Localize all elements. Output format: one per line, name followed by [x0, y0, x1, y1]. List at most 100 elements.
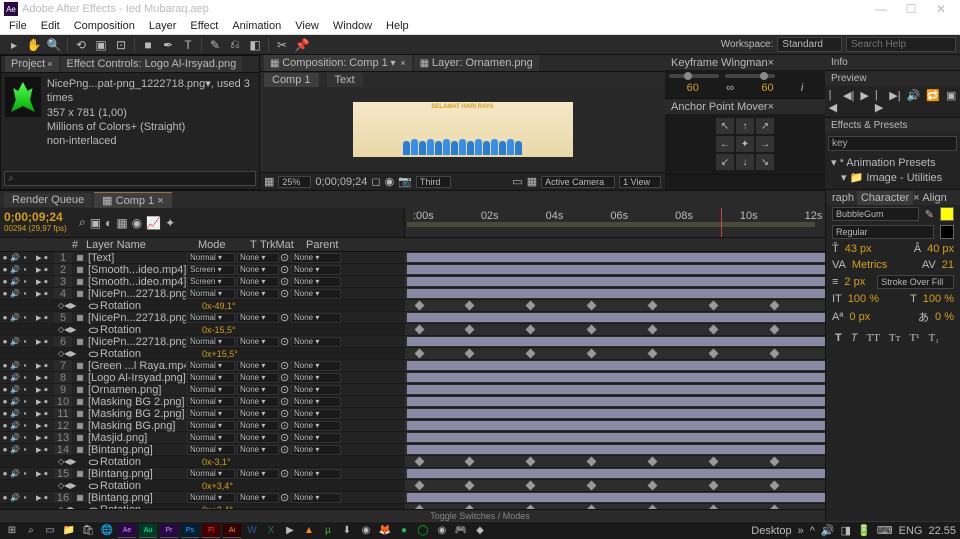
- parent-dropdown[interactable]: None ▾: [291, 469, 341, 479]
- pen-tool-icon[interactable]: ✒: [159, 37, 177, 53]
- spotify-icon[interactable]: ●: [396, 524, 412, 538]
- start-button-icon[interactable]: ⊞: [4, 524, 20, 538]
- menu-animation[interactable]: Animation: [225, 20, 288, 32]
- project-thumbnail[interactable]: [5, 77, 41, 117]
- parent-dropdown[interactable]: None ▾: [291, 289, 341, 299]
- stroke-color-swatch[interactable]: [940, 225, 954, 239]
- parent-dropdown[interactable]: None ▾: [291, 265, 341, 275]
- keyframe-icon[interactable]: [709, 481, 719, 491]
- preview-panel-header[interactable]: Preview: [825, 71, 960, 86]
- eyedropper-icon[interactable]: ✎: [925, 208, 934, 221]
- superscript-button[interactable]: T¹: [906, 331, 922, 345]
- ram-preview-icon[interactable]: ▣: [944, 89, 958, 114]
- trkmat-dropdown[interactable]: None ▾: [237, 313, 279, 323]
- timecode-display[interactable]: 0;00;09;24: [315, 176, 367, 188]
- effect-controls-tab[interactable]: Effect Controls: Logo Al-Irsyad.png: [61, 56, 243, 72]
- word-icon[interactable]: W: [244, 524, 260, 538]
- kerning-value[interactable]: Metrics: [852, 259, 887, 271]
- prev-frame-icon[interactable]: ◀|: [841, 89, 856, 114]
- trkmat-dropdown[interactable]: None ▾: [237, 253, 279, 263]
- audio-toggle-icon[interactable]: 🔊: [10, 361, 20, 370]
- character-tab[interactable]: Character: [857, 191, 913, 205]
- project-search-input[interactable]: [4, 171, 256, 186]
- keyframe-icon[interactable]: [770, 481, 780, 491]
- fl-taskbar-icon[interactable]: Fl: [202, 524, 220, 538]
- blend-mode-dropdown[interactable]: Screen ▾: [187, 265, 235, 275]
- playhead[interactable]: [721, 208, 722, 237]
- timeline-comp-tab[interactable]: ▦ Comp 1 ×: [94, 192, 171, 208]
- audio-toggle-icon[interactable]: 🔊: [10, 385, 20, 394]
- anchor-bl[interactable]: ↙: [716, 154, 734, 170]
- zoom-dropdown[interactable]: 25%: [278, 176, 311, 188]
- wingman-slider-1[interactable]: [669, 74, 719, 78]
- trkmat-dropdown[interactable]: None ▾: [237, 421, 279, 431]
- keyframe-icon[interactable]: [648, 505, 658, 509]
- graph-editor-icon[interactable]: 📈: [146, 216, 161, 230]
- rect-tool-icon[interactable]: ■: [139, 37, 157, 53]
- parent-dropdown[interactable]: None ▾: [291, 253, 341, 263]
- snapshot-icon[interactable]: 📷: [398, 175, 412, 188]
- audio-icon[interactable]: 🔊: [905, 89, 923, 114]
- parent-dropdown[interactable]: None ▾: [291, 313, 341, 323]
- trkmat-dropdown[interactable]: None ▾: [237, 373, 279, 383]
- shy-icon[interactable]: ◐: [105, 216, 112, 230]
- tracking-value[interactable]: 21: [942, 259, 954, 271]
- keyframe-icon[interactable]: [465, 325, 475, 335]
- blend-mode-dropdown[interactable]: Normal ▾: [187, 385, 235, 395]
- safe-zones-icon[interactable]: ◻: [371, 175, 380, 188]
- italic-button[interactable]: T: [848, 331, 861, 345]
- blend-mode-dropdown[interactable]: Normal ▾: [187, 397, 235, 407]
- graph-tab[interactable]: raph: [832, 192, 854, 204]
- keyframe-icon[interactable]: [709, 457, 719, 467]
- frame-blend-icon[interactable]: ▦: [116, 216, 127, 230]
- firefox-icon[interactable]: 🦊: [377, 524, 393, 538]
- keyframe-icon[interactable]: [465, 301, 475, 311]
- layer-row[interactable]: ●🔊▪▸▪9▦[Ornamen.png]Normal ▾None ▾⊙None …: [0, 384, 960, 396]
- blend-mode-dropdown[interactable]: Normal ▾: [187, 409, 235, 419]
- view-dropdown[interactable]: 1 View: [619, 176, 661, 188]
- keyframe-icon[interactable]: [415, 325, 425, 335]
- trkmat-dropdown[interactable]: None ▾: [237, 493, 279, 503]
- visibility-toggle-icon[interactable]: ●: [0, 421, 10, 430]
- parent-dropdown[interactable]: None ▾: [291, 337, 341, 347]
- pan-behind-tool-icon[interactable]: ⊡: [112, 37, 130, 53]
- blend-mode-dropdown[interactable]: Normal ▾: [187, 373, 235, 383]
- minimize-button[interactable]: —: [866, 2, 896, 16]
- audio-toggle-icon[interactable]: 🔊: [10, 445, 20, 454]
- keyframe-icon[interactable]: [709, 325, 719, 335]
- visibility-toggle-icon[interactable]: ●: [0, 361, 10, 370]
- visibility-toggle-icon[interactable]: ●: [0, 373, 10, 382]
- visibility-toggle-icon[interactable]: ●: [0, 409, 10, 418]
- res-dropdown[interactable]: Third: [416, 176, 452, 188]
- keyframe-icon[interactable]: [587, 505, 597, 509]
- blend-mode-dropdown[interactable]: Normal ▾: [187, 289, 235, 299]
- keyframe-icon[interactable]: [709, 505, 719, 509]
- property-row[interactable]: ◇◀▶ᯆRotation0x+3,4°: [0, 480, 960, 492]
- vlc-icon[interactable]: ▲: [301, 524, 317, 538]
- trkmat-dropdown[interactable]: None ▾: [237, 397, 279, 407]
- roi-icon[interactable]: ▭: [512, 175, 522, 188]
- help-search-input[interactable]: [846, 37, 956, 52]
- menu-window[interactable]: Window: [326, 20, 379, 32]
- blend-mode-dropdown[interactable]: Normal ▾: [187, 433, 235, 443]
- preset-folder[interactable]: ▾ * Animation Presets: [831, 156, 954, 171]
- info-panel-header[interactable]: Info: [825, 55, 960, 70]
- ai-taskbar-icon[interactable]: Ai: [223, 524, 241, 538]
- font-family-dropdown[interactable]: BubbleGum: [832, 207, 919, 221]
- vscale-value[interactable]: 100 %: [848, 293, 879, 305]
- store-icon[interactable]: 🛍: [80, 524, 96, 538]
- au-taskbar-icon[interactable]: Au: [139, 524, 157, 538]
- camera-tool-icon[interactable]: ▣: [92, 37, 110, 53]
- hand-tool-icon[interactable]: ✋: [25, 37, 43, 53]
- trkmat-dropdown[interactable]: None ▾: [237, 277, 279, 287]
- network-icon[interactable]: ◨: [841, 524, 851, 537]
- effects-search-input[interactable]: [828, 136, 957, 151]
- audio-toggle-icon[interactable]: 🔊: [10, 409, 20, 418]
- audio-toggle-icon[interactable]: 🔊: [10, 313, 20, 322]
- trkmat-dropdown[interactable]: None ▾: [237, 289, 279, 299]
- search-layer-icon[interactable]: ⌕: [79, 215, 86, 230]
- keyframe-icon[interactable]: [770, 301, 780, 311]
- loop-icon[interactable]: 🔁: [924, 89, 942, 114]
- parent-dropdown[interactable]: None ▾: [291, 277, 341, 287]
- audio-toggle-icon[interactable]: 🔊: [10, 493, 20, 502]
